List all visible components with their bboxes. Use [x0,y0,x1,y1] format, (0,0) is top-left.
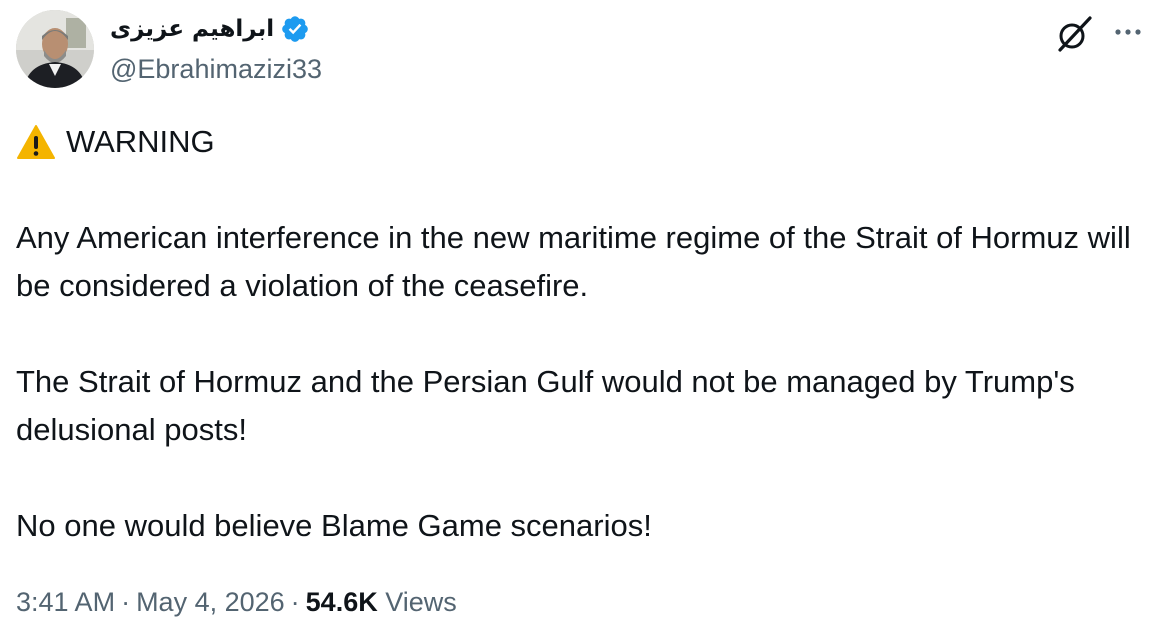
tweet-time[interactable]: 3:41 AM [16,587,115,617]
author-handle[interactable]: @Ebrahimazizi33 [110,50,322,88]
tweet-meta: 3:41 AM · May 4, 2026 · 54.6K Views [16,582,457,622]
views-label: Views [385,587,457,617]
display-name[interactable]: ابراهیم عزیزی [110,10,274,48]
paragraph-3: No one would believe Blame Game scenario… [16,508,652,543]
paragraph-2: The Strait of Hormuz and the Persian Gul… [16,364,1075,447]
warning-label: WARNING [66,124,215,159]
tweet: ابراهیم عزیزی @Ebrahimazizi33 WARNING An… [0,0,1176,626]
views-count[interactable]: 54.6K [306,587,378,617]
avatar[interactable] [16,10,94,88]
meta-separator: · [121,587,131,617]
tweet-text: WARNING Any American interference in the… [16,118,1156,550]
grok-icon[interactable] [1052,12,1096,56]
paragraph-1: Any American interference in the new mar… [16,220,1131,303]
tweet-date[interactable]: May 4, 2026 [136,587,285,617]
meta-separator: · [290,587,300,617]
warning-line: WARNING [16,118,1156,166]
warning-icon [16,124,56,160]
more-options-icon[interactable] [1108,16,1148,48]
name-row: ابراهیم عزیزی [110,10,310,48]
verified-badge-icon[interactable] [280,14,310,44]
